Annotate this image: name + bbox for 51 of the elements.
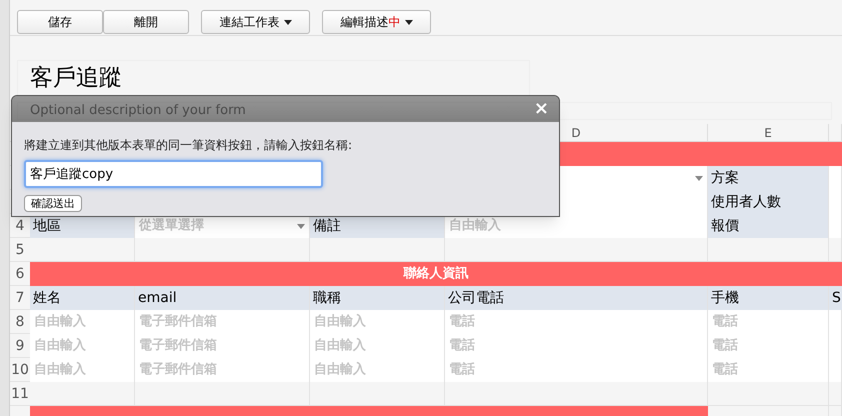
row-number: 10 — [10, 361, 30, 380]
row-number: 5 — [14, 241, 26, 260]
field-label[interactable]: 職稱 — [310, 286, 445, 310]
field-label[interactable]: 報價 — [708, 214, 829, 238]
form-title[interactable]: 客戶追蹤 — [17, 60, 530, 96]
input-cell[interactable] — [829, 358, 842, 382]
row-number: 9 — [14, 337, 26, 356]
row-number: 11 — [10, 385, 30, 404]
menu-button[interactable]: 連結工作表 — [201, 10, 310, 34]
input-cell[interactable]: 自由輸入 — [445, 214, 708, 238]
row-number: 7 — [14, 289, 26, 308]
dropdown-arrow-icon — [297, 224, 305, 228]
input-cell[interactable]: 電話 — [445, 358, 708, 382]
input-cell[interactable]: 自由輸入 — [310, 358, 445, 382]
menu-button[interactable]: 編輯描述中 — [322, 10, 431, 34]
field-label[interactable]: S — [829, 286, 842, 310]
field-label[interactable]: 手機 — [708, 286, 829, 310]
input-cell[interactable]: 電子郵件信箱 — [135, 310, 310, 334]
input-cell[interactable]: 電子郵件信箱 — [135, 358, 310, 382]
input-cell[interactable]: 電話 — [708, 358, 829, 382]
field-label[interactable]: 姓名 — [30, 286, 135, 310]
input-cell[interactable]: 電話 — [445, 334, 708, 358]
row-number: 6 — [14, 265, 26, 284]
dialog-prompt: 將建立連到其他版本表單的同一筆資料按鈕，請輸入按鈕名稱: — [24, 137, 352, 154]
input-cell[interactable] — [829, 310, 842, 334]
input-cell[interactable]: 自由輸入 — [30, 334, 135, 358]
row-number: 8 — [14, 313, 26, 332]
button-name-field[interactable]: 客戶追蹤copy — [24, 160, 323, 188]
submit-button[interactable]: 確認送出 — [24, 195, 82, 212]
field-label[interactable]: email — [135, 286, 310, 310]
input-cell[interactable] — [829, 214, 842, 238]
input-cell[interactable]: 自由輸入 — [310, 310, 445, 334]
input-cell[interactable]: 自由輸入 — [30, 310, 135, 334]
input-cell[interactable]: 電話 — [708, 310, 829, 334]
input-cell[interactable] — [829, 166, 842, 190]
caret-icon — [404, 20, 412, 24]
section-header: 聯絡人資訊 — [30, 262, 842, 286]
toolbar-button[interactable]: 儲存 — [17, 10, 103, 34]
caret-icon — [284, 20, 292, 24]
toolbar-button[interactable]: 離開 — [103, 10, 189, 34]
field-label[interactable]: 方案 — [708, 166, 829, 190]
dropdown-arrow-icon — [695, 176, 703, 180]
input-cell[interactable]: 電子郵件信箱 — [135, 334, 310, 358]
input-cell[interactable]: 自由輸入 — [30, 358, 135, 382]
input-cell[interactable]: 電話 — [708, 334, 829, 358]
row-number: 4 — [14, 217, 26, 236]
close-button[interactable]: × — [534, 100, 549, 118]
input-cell[interactable]: 電話 — [445, 310, 708, 334]
field-label[interactable]: 公司電話 — [445, 286, 708, 310]
input-cell[interactable]: 自由輸入 — [310, 334, 445, 358]
field-label[interactable]: 使用者人數 — [708, 190, 829, 214]
